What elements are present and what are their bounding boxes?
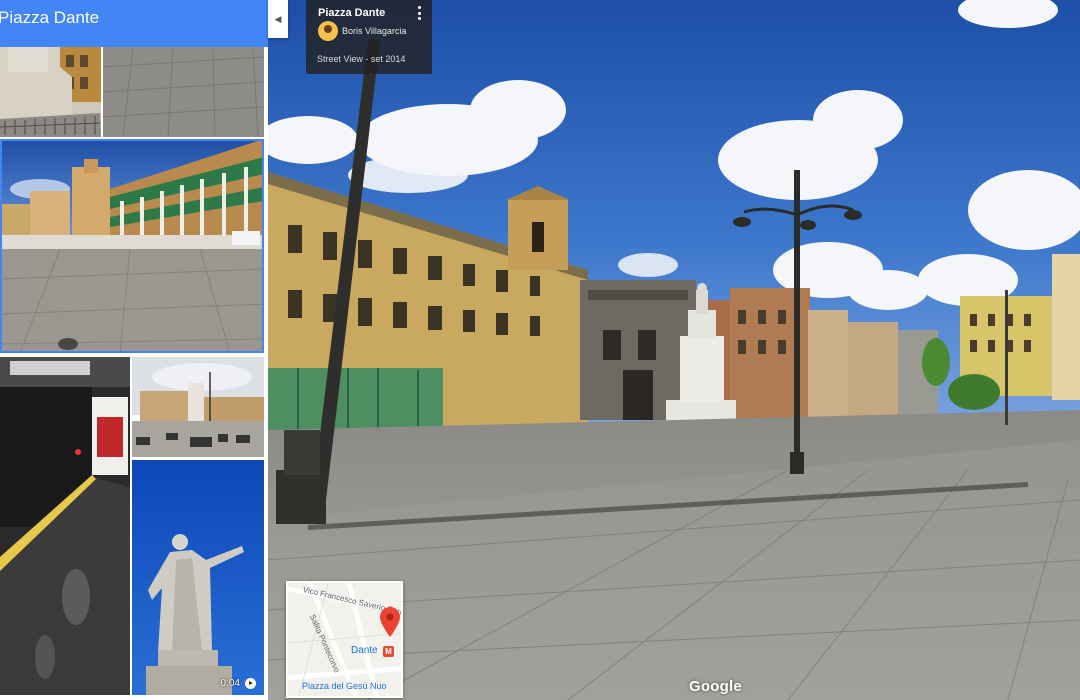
location-pin-icon [380,607,400,642]
app-root: Piazza Dante 0:04 ◀ Piazza Dante Boris V… [0,0,1080,700]
minimap-place-label: Piazza del Gesù Nuo [302,681,387,691]
photo-info-card: Piazza Dante Boris Villagarcia Street Vi… [306,0,432,74]
thumb-pavement[interactable] [103,47,264,137]
photo-sidebar: Piazza Dante 0:04 [0,0,268,700]
author-link[interactable]: Boris Villagarcia [342,26,406,36]
video-duration: 0:04 [220,678,240,689]
collapse-sidebar-button[interactable]: ◀ [268,0,288,38]
thumb-dante-statue[interactable]: 0:04 [132,460,264,695]
capture-date: Street View - set 2014 [317,54,406,64]
play-icon[interactable] [245,678,256,689]
chevron-left-icon: ◀ [274,13,282,24]
thumb-piazza-small[interactable] [132,357,264,457]
more-vert-icon[interactable] [418,6,422,20]
thumb-piazza-wide[interactable] [0,139,264,353]
thumb-metro-station[interactable] [0,357,130,695]
google-logo: Google [689,678,742,695]
minimap[interactable]: Vico Francesco Saverio Correra Salita Po… [286,581,403,698]
avatar[interactable] [318,21,338,41]
sidebar-title: Piazza Dante [0,8,100,27]
info-title: Piazza Dante [318,7,386,19]
minimap-place-label: Dante [351,645,378,656]
sidebar-header: Piazza Dante [0,0,268,47]
video-badge: 0:04 [221,678,256,689]
metro-icon: M [383,646,394,657]
thumb-monument-base[interactable] [0,47,101,137]
